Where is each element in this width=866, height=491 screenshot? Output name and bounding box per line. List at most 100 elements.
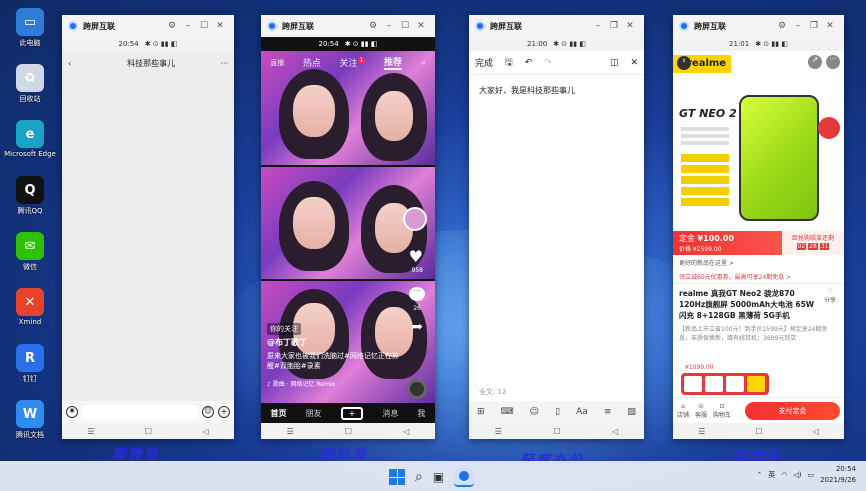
nav-home-icon[interactable]: ☐ (345, 427, 352, 436)
desktop-icon[interactable]: Q 腾讯QQ (2, 176, 58, 228)
redo-icon[interactable]: ↷ (544, 58, 552, 68)
nav-menu-icon[interactable]: ☰ (87, 427, 94, 436)
minimize-icon[interactable]: – (590, 21, 606, 31)
video-user[interactable]: @布丁歌丁 (267, 337, 307, 348)
window-wechat[interactable]: 跨屏互联 ⚙ – ☐ ✕ 20:54 ✱ ⊙ ▮▮ ◧ ‹ 科技那些事儿 ··· … (62, 15, 234, 439)
wifi-icon[interactable]: ◠ (781, 471, 787, 479)
nav-add-button[interactable]: + (340, 406, 364, 420)
share-button[interactable]: ♡ 分享 (822, 288, 838, 321)
title-bar[interactable]: 跨屏互联 – ❐ ✕ (469, 15, 644, 37)
nav-menu-icon[interactable]: ☰ (287, 427, 294, 436)
tab-hot[interactable]: 热点 (303, 56, 321, 69)
back-icon[interactable]: ‹ (677, 56, 691, 70)
service-button[interactable]: ☏ 客服 (695, 403, 707, 419)
desktop-icon[interactable]: e Microsoft Edge (2, 120, 58, 172)
settings-icon[interactable]: ⚙ (365, 21, 381, 31)
more-icon[interactable]: ··· (220, 59, 228, 68)
nav-menu-icon[interactable]: ☰ (495, 427, 502, 436)
share-icon[interactable]: ↗ (808, 55, 822, 69)
clock-time[interactable]: 20:54 (820, 464, 856, 475)
title-bar[interactable]: 跨屏互联 ⚙ – ☐ ✕ (62, 15, 234, 37)
close-icon[interactable]: ✕ (212, 21, 228, 31)
close-icon[interactable]: ✕ (622, 21, 638, 31)
window-jd[interactable]: 跨屏互联 ⚙ – ❐ ✕ 21:01 ✱ ⊙ ▮▮ ◧ realme ‹ ↗ ··… (673, 15, 844, 439)
desktop-icon[interactable]: W 腾讯文档 (2, 400, 58, 452)
cross-screen-app-icon[interactable] (454, 467, 475, 487)
message-input[interactable] (82, 404, 198, 420)
nav-friends[interactable]: 朋友 (306, 408, 322, 419)
font-icon[interactable]: Aa (576, 407, 588, 417)
avatar[interactable] (403, 207, 427, 231)
plus-icon[interactable]: + (218, 406, 230, 418)
title-bar[interactable]: 跨屏互联 ⚙ – ❐ ✕ (673, 15, 844, 37)
music-disc-icon[interactable] (407, 379, 427, 399)
document-body[interactable]: 大家好，我是科技那些事儿 (469, 75, 644, 106)
battery-icon[interactable]: ▭ (807, 471, 814, 479)
maximize-icon[interactable]: ☐ (196, 21, 212, 31)
nav-menu-icon[interactable]: ☰ (698, 427, 705, 436)
share-icon[interactable]: ➦ (411, 319, 423, 335)
shop-button[interactable]: ⌂ 店铺 (677, 403, 689, 419)
coupon-line[interactable]: 领立减60元优惠券，最高可享24期免息 > (673, 270, 844, 284)
desktop-icon[interactable]: ♻ 回收站 (2, 64, 58, 116)
tab-live[interactable]: 直播 (270, 58, 284, 68)
align-icon[interactable]: ≡ (604, 407, 612, 417)
settings-icon[interactable]: ⚙ (164, 21, 180, 31)
emoji-icon[interactable]: ☺ (530, 407, 539, 417)
minimize-icon[interactable]: – (790, 21, 806, 31)
ime-indicator[interactable]: 英 (768, 470, 775, 480)
task-view-icon[interactable]: ▣ (433, 470, 444, 484)
pay-deposit-button[interactable]: 支付定金 (745, 401, 840, 420)
desktop-icon[interactable]: ✉ 微信 (2, 232, 58, 284)
image-icon[interactable]: ▨ (627, 407, 636, 417)
grid-icon[interactable]: ⊞ (477, 407, 485, 417)
nav-back-icon[interactable]: ◁ (203, 427, 209, 436)
nav-home[interactable]: 首页 (271, 408, 287, 419)
maximize-icon[interactable]: ☐ (397, 21, 413, 31)
nav-messages[interactable]: 消息 (382, 408, 398, 419)
video-music[interactable]: ♪ 歌曲 · 网络记忆 Remix (267, 379, 335, 388)
close-icon[interactable]: ✕ (822, 21, 838, 31)
nav-me[interactable]: 我 (417, 408, 425, 419)
nav-home-icon[interactable]: ☐ (755, 427, 762, 436)
volume-icon[interactable]: ◁) (793, 471, 801, 479)
cart-button[interactable]: ⊡ 购物车 (713, 403, 731, 419)
more-icon[interactable]: ··· (826, 55, 840, 69)
keyboard-icon[interactable]: ⌨ (501, 407, 514, 417)
desktop-icon[interactable]: ✕ Xmind (2, 288, 58, 340)
window-office[interactable]: 跨屏互联 – ❐ ✕ 21:00 ✱ ⊙ ▮▮ ◧ 完成 🖫 ↶ ↷ ◫ ✕ 大家… (469, 15, 644, 439)
save-icon[interactable]: 🖫 (505, 55, 513, 71)
comment-icon[interactable]: ··· (409, 287, 425, 301)
restore-icon[interactable]: ❐ (806, 21, 822, 31)
window-douyin[interactable]: 跨屏互联 ⚙ – ☐ ✕ 20:54 ✱ ⊙ ▮▮ ◧ 直播 热点 关注 1 推… (261, 15, 435, 439)
nav-back-icon[interactable]: ◁ (612, 427, 618, 436)
tray-chevron-icon[interactable]: ⌃ (756, 471, 762, 479)
restore-icon[interactable]: ❐ (606, 21, 622, 31)
nav-home-icon[interactable]: ☐ (553, 427, 560, 436)
nav-back-icon[interactable]: ◁ (813, 427, 819, 436)
voice-icon[interactable]: ◉ (66, 406, 78, 418)
desktop-icon[interactable]: ▭ 此电脑 (2, 8, 58, 60)
done-button[interactable]: 完成 (475, 56, 493, 69)
search-icon[interactable]: ⌕ (415, 469, 423, 485)
minimize-icon[interactable]: – (381, 21, 397, 31)
emoji-icon[interactable]: ☺ (202, 406, 214, 418)
live-badge-icon[interactable] (818, 117, 840, 139)
minimize-icon[interactable]: – (180, 21, 196, 31)
tab-recommend[interactable]: 推荐 (383, 55, 402, 70)
search-icon[interactable]: ⌕ (421, 58, 426, 68)
page-icon[interactable]: ◫ (610, 58, 619, 68)
close-doc-icon[interactable]: ✕ (630, 58, 638, 68)
undo-icon[interactable]: ↶ (525, 58, 533, 68)
nav-back-icon[interactable]: ◁ (403, 427, 409, 436)
start-icon[interactable] (389, 469, 405, 485)
tab-following[interactable]: 关注 1 (340, 56, 366, 69)
back-icon[interactable]: ‹ (68, 59, 82, 68)
phone-icon[interactable]: ▯ (555, 407, 560, 417)
title-bar[interactable]: 跨屏互联 ⚙ – ☐ ✕ (261, 15, 435, 37)
desktop-icon[interactable]: R 钉钉 (2, 344, 58, 396)
clock-date[interactable]: 2021/9/26 (820, 475, 856, 486)
close-icon[interactable]: ✕ (413, 21, 429, 31)
nav-home-icon[interactable]: ☐ (145, 427, 152, 436)
settings-icon[interactable]: ⚙ (774, 21, 790, 31)
